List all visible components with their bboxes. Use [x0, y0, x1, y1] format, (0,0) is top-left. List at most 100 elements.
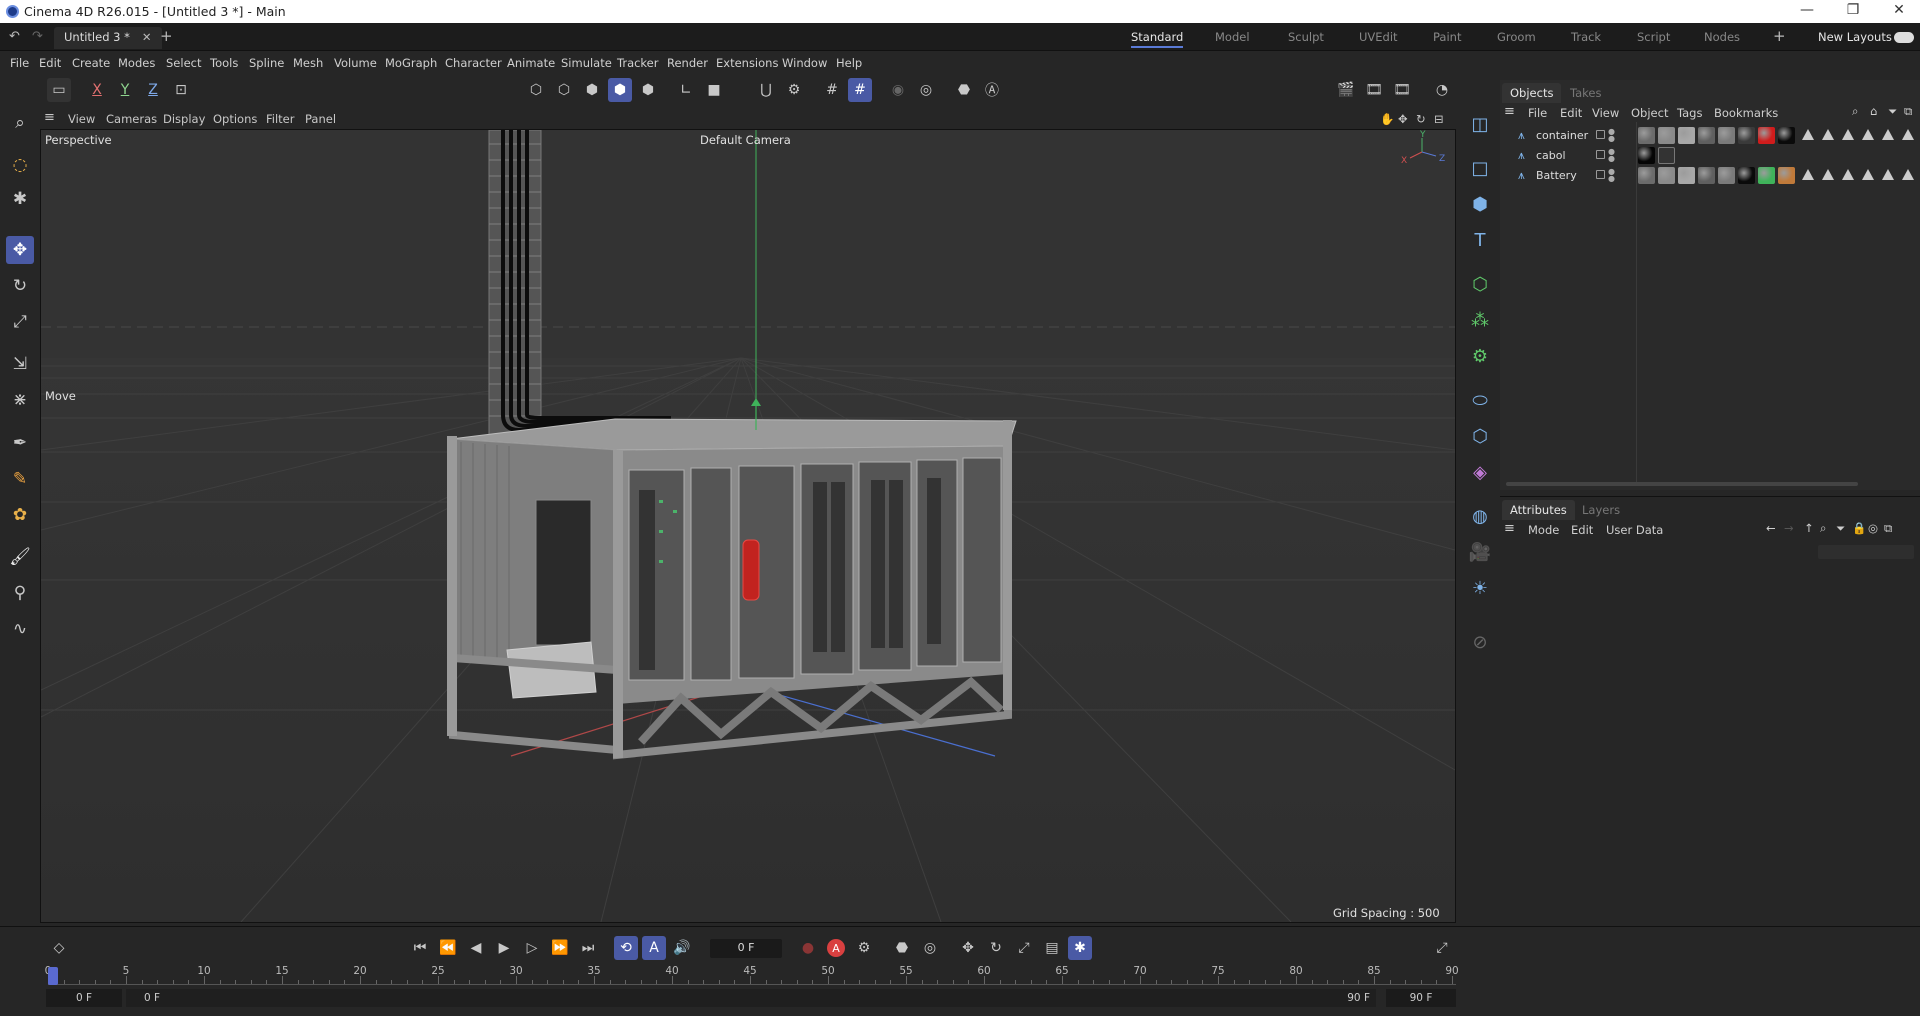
wrap-tool-icon[interactable]: ∿ [6, 615, 34, 643]
timeline-ruler[interactable]: 051015202530354045505560657075808590 [45, 965, 1459, 985]
coordinate-system-icon[interactable]: ⊡ [169, 78, 193, 102]
play-icon[interactable]: ▶ [492, 936, 516, 960]
range-end-label[interactable]: 90 F [1320, 989, 1376, 1007]
z-axis-toggle[interactable]: Z [141, 78, 165, 102]
texture-tag-icon[interactable] [1658, 147, 1675, 164]
go-to-end-icon[interactable]: ⏭ [576, 936, 600, 960]
null-object-icon[interactable]: □ [1465, 153, 1495, 183]
placement-tool-icon[interactable]: ⋇ [6, 386, 34, 414]
attributes-search-field[interactable] [1818, 545, 1914, 559]
camera-icon[interactable]: 🎥 [1465, 537, 1495, 567]
viewport-menu-view[interactable]: View [68, 112, 95, 126]
material-tag-swatch[interactable] [1658, 167, 1675, 184]
lock-icon[interactable]: 🔒 [1852, 521, 1866, 535]
interactive-render-icon[interactable]: ◔ [1430, 78, 1454, 102]
spline-smooth-icon[interactable]: ✿ [6, 501, 34, 529]
next-frame-icon[interactable]: ▷ [520, 936, 544, 960]
render-settings-icon[interactable]: ◎ [914, 78, 938, 102]
layout-tab-uvedit[interactable]: UVEdit [1359, 30, 1398, 44]
close-tab-icon[interactable]: ✕ [142, 30, 152, 44]
tab-takes[interactable]: Takes [1562, 83, 1610, 103]
attributes-menu-mode[interactable]: Mode [1528, 523, 1559, 537]
playhead[interactable] [48, 967, 58, 985]
layout-tab-model[interactable]: Model [1215, 30, 1250, 44]
field-icon[interactable]: ⬡ [1465, 421, 1495, 451]
polygons-mode-icon[interactable]: ⬢ [580, 78, 604, 102]
menu-extensions[interactable]: Extensions [716, 56, 778, 70]
minimize-button[interactable]: — [1784, 2, 1830, 18]
key-settings-icon[interactable]: ⚙ [852, 936, 876, 960]
objects-scrollbar[interactable] [1506, 482, 1858, 486]
objects-menu-bookmarks[interactable]: Bookmarks [1714, 106, 1778, 120]
sound-icon[interactable]: 🔊 [670, 936, 694, 960]
effector-icon[interactable]: ◈ [1465, 457, 1495, 487]
viewport-menu-filter[interactable]: Filter [266, 112, 294, 126]
rotate-tool-icon[interactable]: ↻ [6, 272, 34, 300]
render-view-icon[interactable]: 🎬 [1334, 78, 1358, 102]
menu-mesh[interactable]: Mesh [293, 56, 323, 70]
edges-mode-icon[interactable]: ⬡ [552, 78, 576, 102]
new-layouts-button[interactable]: New Layouts [1818, 30, 1892, 44]
material-icon[interactable]: ⬣ [952, 78, 976, 102]
menu-edit[interactable]: Edit [39, 56, 61, 70]
material-tag-swatch[interactable] [1718, 127, 1735, 144]
autokey-icon[interactable]: A [824, 936, 848, 960]
maximize-button[interactable]: ❐ [1830, 2, 1876, 18]
go-to-start-icon[interactable]: ⏮ [408, 936, 432, 960]
material-tag-swatch[interactable] [1638, 127, 1655, 144]
live-selection-icon[interactable]: ◌ [6, 151, 34, 179]
tab-objects[interactable]: Objects [1502, 83, 1562, 103]
viewport-menu-display[interactable]: Display [163, 112, 205, 126]
phong-tag-icon[interactable] [1802, 169, 1814, 180]
start-frame-field[interactable]: 0 F [46, 989, 122, 1007]
menu-file[interactable]: File [10, 56, 29, 70]
tag-icon[interactable]: ⊘ [1465, 627, 1495, 657]
material-tag-swatch[interactable] [1678, 167, 1695, 184]
phong-tag-icon[interactable] [1882, 129, 1894, 140]
range-start-label[interactable]: 0 F [126, 989, 1376, 1007]
layout-tab-nodes[interactable]: Nodes [1704, 30, 1740, 44]
attributes-menu-edit[interactable]: Edit [1571, 523, 1593, 537]
viewport-hamburger-icon[interactable]: ≡ [44, 110, 55, 125]
knife-icon[interactable]: ⚲ [6, 579, 34, 607]
menu-create[interactable]: Create [72, 56, 110, 70]
up-arrow-icon[interactable]: ↑ [1804, 521, 1814, 535]
viewport-icon[interactable]: ◫ [1465, 109, 1495, 139]
current-frame-field[interactable]: 0 F [710, 939, 782, 958]
menu-tools[interactable]: Tools [210, 56, 238, 70]
light-icon[interactable]: ☀ [1465, 573, 1495, 603]
material-tag-swatch[interactable] [1738, 127, 1755, 144]
loop-icon[interactable]: ⟲ [614, 936, 638, 960]
attributes-new-window-icon[interactable]: ⧉ [1884, 521, 1892, 536]
visibility-toggle[interactable] [1596, 150, 1605, 159]
snap-enable-icon[interactable]: # [848, 78, 872, 102]
phong-tag-icon[interactable] [1822, 129, 1834, 140]
viewport-menu-cameras[interactable]: Cameras [106, 112, 157, 126]
maximize-view-icon[interactable]: ⊟ [1434, 112, 1444, 126]
viewport-menu-options[interactable]: Options [213, 112, 257, 126]
objects-search-icon[interactable]: ⌕ [1852, 104, 1858, 119]
tab-layers[interactable]: Layers [1574, 500, 1628, 520]
objects-filter-icon[interactable]: ⏷ [1888, 104, 1897, 119]
playback-range-icon[interactable]: A [642, 936, 666, 960]
menu-tracker[interactable]: Tracker [617, 56, 659, 70]
x-axis-toggle[interactable]: X [85, 78, 109, 102]
y-axis-toggle[interactable]: Y [113, 78, 137, 102]
phong-tag-icon[interactable] [1862, 129, 1874, 140]
keyframe-selection-icon[interactable]: ⬣ [890, 936, 914, 960]
text-object-icon[interactable]: T [1465, 225, 1495, 255]
transform-tool-icon[interactable]: ⇲ [6, 350, 34, 378]
objects-new-window-icon[interactable]: ⧉ [1904, 104, 1912, 119]
previous-key-icon[interactable]: ⏪ [436, 936, 460, 960]
material-tag-swatch[interactable] [1758, 167, 1775, 184]
new-tab-icon[interactable]: + [160, 27, 173, 45]
document-tab[interactable]: Untitled 3 * ✕ [54, 27, 162, 49]
cube-icon[interactable]: ⬢ [1465, 189, 1495, 219]
move-tool-icon[interactable]: ✥ [6, 236, 34, 264]
next-key-icon[interactable]: ⏩ [548, 936, 572, 960]
object-row-cabol[interactable]: ⩚ cabol ● ● [1500, 146, 1920, 166]
spline-sketch-icon[interactable]: ✎ [6, 465, 34, 493]
points-mode-icon[interactable]: ⬡ [524, 78, 548, 102]
material-tag-swatch[interactable] [1778, 167, 1795, 184]
material-tag-swatch[interactable] [1698, 127, 1715, 144]
